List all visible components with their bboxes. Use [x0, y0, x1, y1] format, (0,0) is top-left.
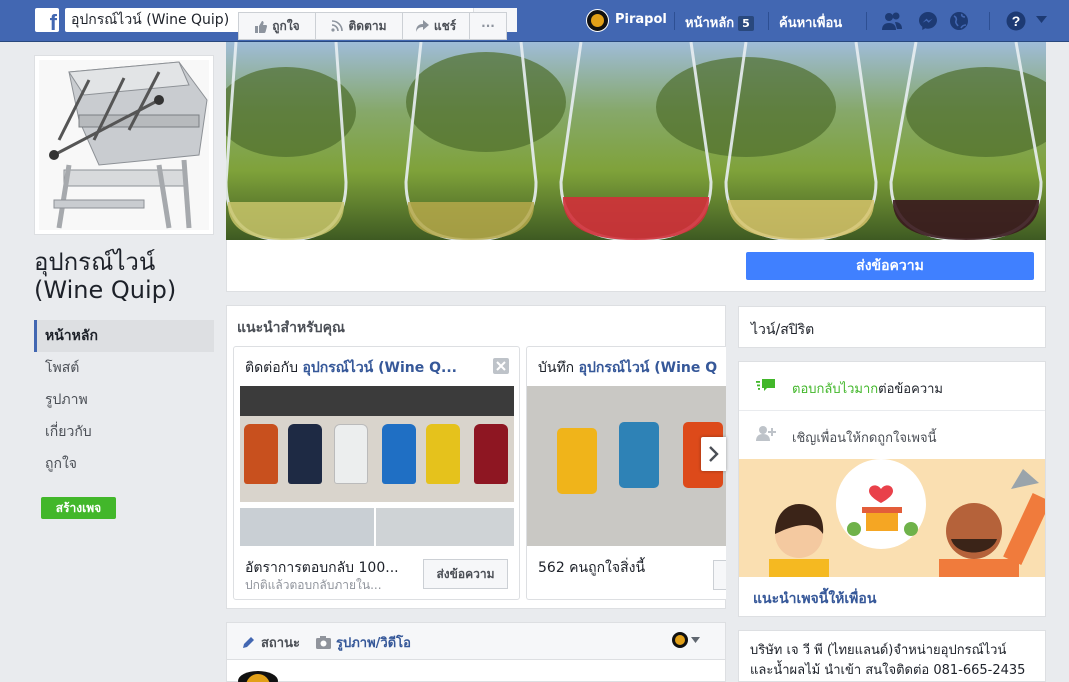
follow-button[interactable]: ติดตาม — [315, 12, 403, 40]
photo-video-tab[interactable]: รูปภาพ/วิดีโอ — [316, 632, 411, 653]
suggest-page-link[interactable]: แนะนำเพจนี้ให้เพื่อน — [753, 588, 876, 610]
about-description: บริษัท เจ วี พี (ไทยแลนด์)จำหน่ายอุปกรณ์… — [750, 641, 1045, 681]
about-box: บริษัท เจ วี พี (ไทยแลนด์)จำหน่ายอุปกรณ์… — [738, 630, 1046, 682]
response-chat-icon — [756, 379, 775, 391]
close-icon — [496, 361, 506, 371]
suggest-page-illustration — [739, 459, 1045, 577]
invite-friend-icon — [756, 426, 776, 441]
nav-divider — [866, 12, 867, 30]
home-label: หน้าหลัก — [685, 16, 735, 31]
friend-requests-icon[interactable] — [881, 10, 903, 32]
user-name-link[interactable]: Pirapol — [615, 12, 667, 27]
capsules-photo[interactable] — [240, 386, 514, 502]
status-label: สถานะ — [261, 636, 300, 651]
send-message-button[interactable]: ส่งข้อความ — [746, 252, 1034, 280]
capsules-thumbnail[interactable] — [376, 508, 514, 546]
nav-item-posts[interactable]: โพสต์ — [34, 352, 214, 384]
about-line-2: และน้ำผลไม้ นำเข้า สนใจติดต่อ 081-665-24… — [750, 663, 1026, 678]
thumbs-up-icon — [255, 20, 268, 33]
photo-video-label: รูปภาพ/วิดีโอ — [336, 636, 411, 651]
recommendation-card-save: บันทึก อุปกรณ์ไวน์ (Wine Q 562 คนถูกใจสิ… — [526, 346, 726, 600]
card-heading: บันทึก อุปกรณ์ไวน์ (Wine Q — [538, 357, 726, 379]
likes-count-text: 562 คนถูกใจสิ่งนี้ — [538, 560, 646, 576]
page-category[interactable]: ไวน์/สปิริต — [751, 319, 814, 341]
post-as-chevron-icon[interactable] — [691, 637, 700, 643]
recommendation-card-contact: ติดต่อกับ อุปกรณ์ไวน์ (Wine Q... อัตรากา… — [233, 346, 520, 600]
help-icon[interactable]: ? — [1005, 10, 1027, 32]
nav-item-about[interactable]: เกี่ยวกับ — [34, 416, 214, 448]
category-box: ไวน์/สปิริต — [738, 306, 1046, 348]
carousel-next-button[interactable] — [701, 437, 726, 471]
response-time-text: ปกติแล้วตอบกลับภายใน... — [245, 578, 382, 592]
card-action-button[interactable] — [713, 560, 726, 590]
card-heading: ติดต่อกับ อุปกรณ์ไวน์ (Wine Q... — [245, 357, 495, 379]
page-title: อุปกรณ์ไวน์ (Wine Quip) — [34, 248, 177, 304]
user-avatar[interactable] — [586, 9, 609, 32]
svg-text:?: ? — [1012, 13, 1021, 29]
capsules-closeup-photo[interactable] — [527, 386, 726, 546]
more-options-button[interactable]: ··· — [469, 12, 507, 40]
nav-item-likes[interactable]: ถูกใจ — [34, 448, 214, 480]
nav-divider — [674, 12, 675, 30]
rss-follow-icon — [331, 20, 344, 32]
share-arrow-icon — [415, 20, 429, 32]
like-button[interactable]: ถูกใจ — [238, 12, 316, 40]
follow-label: ติดตาม — [348, 18, 387, 33]
page-navigation: หน้าหลัก โพสต์ รูปภาพ เกี่ยวกับ ถูกใจ — [34, 320, 214, 480]
response-speed-suffix: ต่อข้อความ — [878, 382, 943, 397]
home-link[interactable]: หน้าหลัก 5 — [685, 12, 754, 33]
messenger-icon[interactable] — [917, 10, 939, 32]
pencil-icon — [243, 637, 254, 648]
capsules-thumbnail[interactable] — [240, 508, 374, 546]
response-speed-text: ตอบกลับไวมากต่อข้อความ — [792, 378, 943, 399]
nav-divider — [989, 12, 990, 30]
home-count-badge: 5 — [738, 16, 754, 31]
about-line-1: บริษัท เจ วี พี (ไทยแลนด์)จำหน่ายอุปกรณ์… — [750, 643, 1007, 658]
page-profile-picture[interactable] — [34, 55, 214, 235]
account-menu-chevron-icon[interactable] — [1036, 16, 1047, 23]
camera-icon — [316, 635, 331, 649]
composer-header — [226, 622, 726, 660]
close-card-button[interactable] — [493, 358, 509, 374]
card-prefix: ติดต่อกับ — [245, 360, 299, 376]
card-send-message-button[interactable]: ส่งข้อความ — [423, 559, 508, 589]
facebook-logo-icon[interactable]: f — [35, 8, 59, 32]
post-as-avatar[interactable] — [672, 632, 688, 648]
invite-friends-link[interactable]: เชิญเพื่อนให้กดถูกใจเพจนี้ — [792, 427, 937, 448]
nav-item-home[interactable]: หน้าหลัก — [34, 320, 214, 352]
card-prefix: บันทึก — [538, 360, 575, 376]
notifications-globe-icon[interactable] — [948, 10, 970, 32]
page-info-box: ตอบกลับไวมากต่อข้อความ เชิญเพื่อนให้กดถู… — [738, 361, 1046, 617]
recommendations-title: แนะนำสำหรับคุณ — [237, 320, 345, 336]
card-page-link[interactable]: อุปกรณ์ไวน์ (Wine Q — [579, 360, 718, 376]
nav-item-photos[interactable]: รูปภาพ — [34, 384, 214, 416]
status-tab[interactable]: สถานะ — [241, 632, 300, 653]
nav-divider — [768, 12, 769, 30]
chevron-right-icon — [709, 446, 719, 462]
cover-photo[interactable] — [226, 42, 1046, 240]
share-button[interactable]: แชร์ — [402, 12, 470, 40]
divider — [739, 410, 1045, 411]
like-label: ถูกใจ — [272, 18, 300, 33]
find-friends-link[interactable]: ค้นหาเพื่อน — [779, 12, 842, 33]
bottling-machine-image — [39, 60, 209, 230]
create-page-button[interactable]: สร้างเพจ — [41, 497, 116, 519]
response-speed-highlight: ตอบกลับไวมาก — [792, 382, 879, 397]
share-label: แชร์ — [433, 18, 457, 33]
card-page-link[interactable]: อุปกรณ์ไวน์ (Wine Q... — [303, 360, 457, 376]
